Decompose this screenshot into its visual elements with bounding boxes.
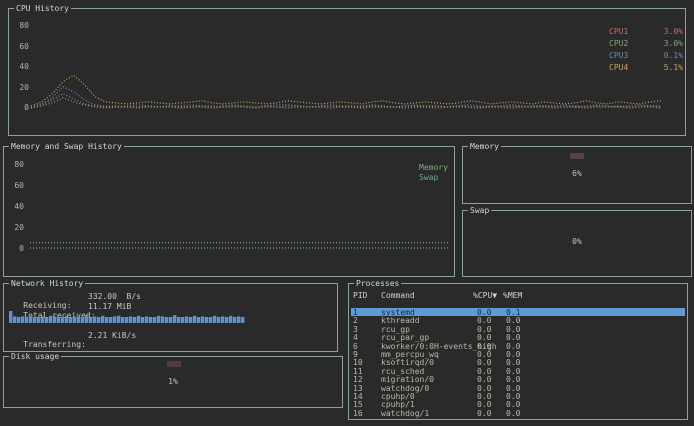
process-row[interactable]: 11rcu_sched0.00.0: [351, 367, 685, 375]
cpu-legend-name: CPU1: [609, 27, 628, 36]
cpu-legend-item: CPU1 3.0%: [609, 27, 683, 36]
processes-panel: Processes PIDCommand%CPU▼%MEM 1systemd0.…: [348, 283, 688, 420]
cpu-legend-value: 3.0%: [664, 27, 683, 36]
transferring-value: 2.21 KiB/s: [88, 331, 136, 340]
cpu-legend-item: CPU2 3.0%: [609, 39, 683, 48]
process-column-header-cpu[interactable]: %CPU▼: [473, 291, 497, 300]
network-history-title: Network History: [9, 279, 85, 288]
memory-gauge-dots-icon: [570, 153, 584, 159]
process-column-header-pid[interactable]: PID: [353, 291, 367, 300]
process-row[interactable]: 3rcu_gp0.00.0: [351, 325, 685, 333]
swap-gauge-panel: Swap 0%: [462, 210, 692, 277]
process-row[interactable]: 2kthreadd0.00.0: [351, 316, 685, 324]
memswap-legend-item: Memory: [419, 163, 448, 172]
memory-swap-history-panel: Memory and Swap History 806040200 Memory…: [3, 146, 455, 277]
process-cell-command: watchdog/1: [381, 409, 429, 418]
cpu-legend-item: CPU3 0.1%: [609, 51, 683, 60]
cpu-history-graph: [9, 9, 685, 135]
disk-usage-title: Disk usage: [9, 352, 61, 361]
memory-swap-graph: [4, 147, 454, 276]
process-row[interactable]: 13watchdog/00.00.0: [351, 384, 685, 392]
cpu-legend-name: CPU2: [609, 39, 628, 48]
swap-gauge-title: Swap: [468, 206, 491, 215]
process-row[interactable]: 9mm_percpu_wq0.00.0: [351, 350, 685, 358]
cpu-legend-name: CPU4: [609, 63, 628, 72]
memory-gauge-percent: 6%: [463, 169, 691, 178]
process-cell-cpu: 0.0: [477, 409, 491, 418]
process-cell-mem: 0.0: [506, 409, 520, 418]
swap-gauge-percent: 0%: [463, 237, 691, 246]
cpu-legend-name: CPU3: [609, 51, 628, 60]
process-row[interactable]: 14cpuhp/00.00.0: [351, 392, 685, 400]
memory-gauge-panel: Memory 6%: [462, 146, 692, 204]
process-row[interactable]: 10ksoftirqd/00.00.0: [351, 358, 685, 366]
process-row[interactable]: 15cpuhp/10.00.0: [351, 400, 685, 408]
memory-gauge-title: Memory: [468, 142, 501, 151]
disk-usage-panel: Disk usage 1%: [3, 356, 343, 408]
processes-title: Processes: [354, 279, 401, 288]
memswap-legend-item: Swap: [419, 173, 438, 182]
network-receive-sparkline: [9, 311, 245, 323]
process-column-header-mem[interactable]: %MEM: [503, 291, 522, 300]
process-row[interactable]: 4rcu_par_gp0.00.0: [351, 333, 685, 341]
process-row[interactable]: 12migration/00.00.0: [351, 375, 685, 383]
cpu-legend-item: CPU4 5.1%: [609, 63, 683, 72]
cpu-legend-value: 3.0%: [664, 39, 683, 48]
cpu-legend-value: 0.1%: [664, 51, 683, 60]
process-cell-pid: 16: [353, 409, 363, 418]
cpu-legend-value: 5.1%: [664, 63, 683, 72]
receiving-value: 332.00 B/s: [88, 292, 141, 301]
total-received-value: 11.17 MiB: [88, 302, 131, 311]
disk-gauge-dots-icon: [167, 361, 181, 367]
process-table-header: PID Command %CPU▼ %MEM: [351, 291, 685, 299]
process-row[interactable]: 6kworker/0:0H-events_high0.00.0: [351, 342, 685, 350]
disk-usage-percent: 1%: [4, 377, 342, 386]
process-row[interactable]: 1systemd0.00.1: [351, 308, 685, 316]
process-column-header-command[interactable]: Command: [381, 291, 415, 300]
process-row[interactable]: 16 watchdog/1 0.0 0.0: [351, 409, 685, 417]
network-history-panel: Network History Receiving: 332.00 B/s To…: [3, 283, 338, 352]
transferring-label: Transferring:: [23, 340, 86, 349]
cpu-history-panel: CPU History 806040200 CPU13.0%CPU23.0%CP…: [8, 8, 686, 136]
